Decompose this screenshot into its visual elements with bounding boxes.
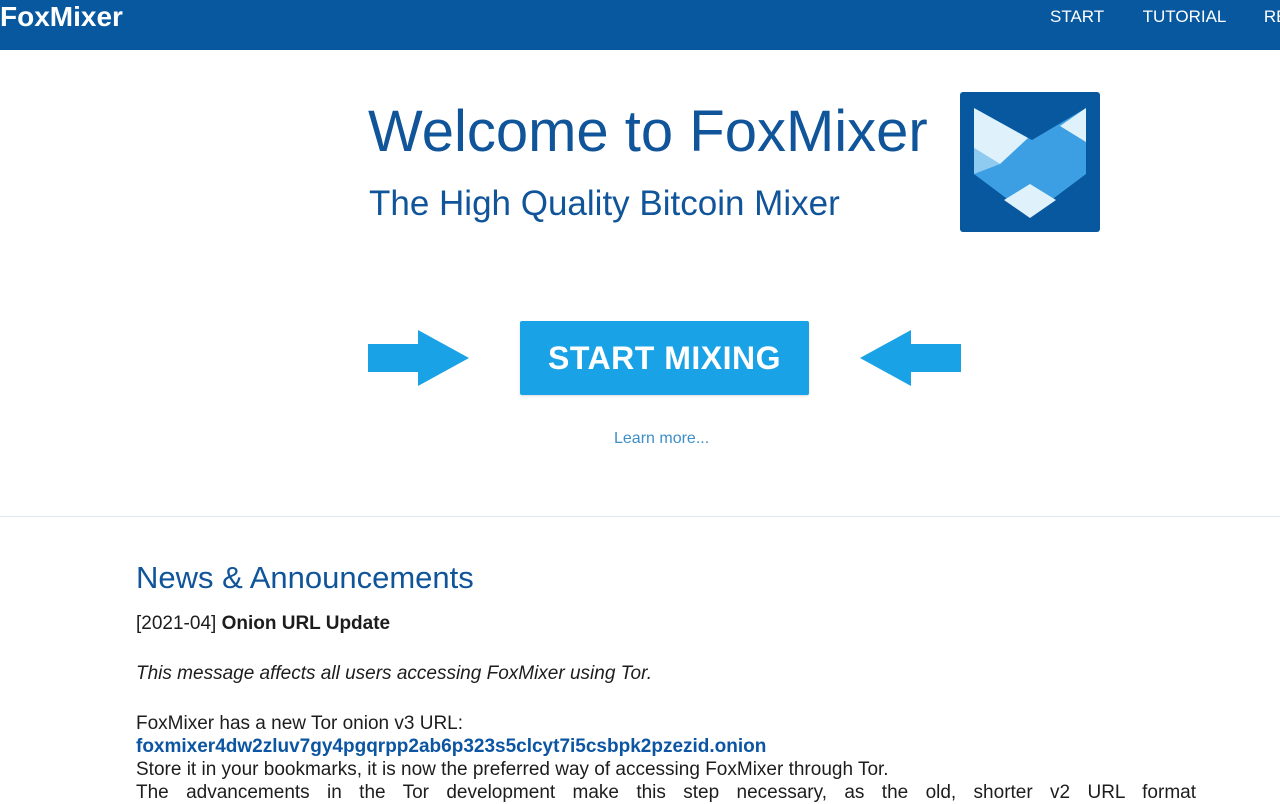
news-announcement: [2021-04] Onion URL Update This message …: [136, 612, 1196, 804]
start-mixing-button[interactable]: START MIXING: [520, 321, 809, 395]
hero-subtitle: The High Quality Bitcoin Mixer: [369, 184, 840, 223]
news-date-title-line: [2021-04] Onion URL Update: [136, 612, 1196, 635]
nav-link-reviews[interactable]: REV: [1264, 0, 1280, 34]
news-heading: News & Announcements: [136, 560, 474, 595]
news-line-3: The advancements in the Tor development …: [136, 782, 1196, 803]
hero-title: Welcome to FoxMixer: [368, 99, 928, 164]
nav-link-start[interactable]: START: [1050, 0, 1104, 34]
section-divider: [0, 516, 1280, 517]
news-date: [2021-04]: [136, 613, 217, 634]
nav-link-tutorial[interactable]: TUTORIAL: [1143, 0, 1227, 34]
brand-logo-text[interactable]: FoxMixer: [0, 0, 123, 34]
foxmixer-logo-icon: [960, 92, 1100, 232]
onion-url-link[interactable]: foxmixer4dw2zluv7gy4pgqrpp2ab6p323s5clcy…: [136, 736, 766, 757]
arrow-left-icon: [860, 330, 961, 386]
news-line-1: FoxMixer has a new Tor onion v3 URL:: [136, 713, 464, 734]
learn-more-link[interactable]: Learn more...: [614, 430, 709, 448]
news-intro: This message affects all users accessing…: [136, 663, 653, 684]
nav-links: START TUTORIAL REV: [1050, 0, 1280, 34]
news-title: Onion URL Update: [221, 613, 391, 634]
news-line-2: Store it in your bookmarks, it is now th…: [136, 759, 889, 780]
arrow-right-icon: [368, 330, 469, 386]
top-navbar: FoxMixer START TUTORIAL REV: [0, 0, 1280, 50]
